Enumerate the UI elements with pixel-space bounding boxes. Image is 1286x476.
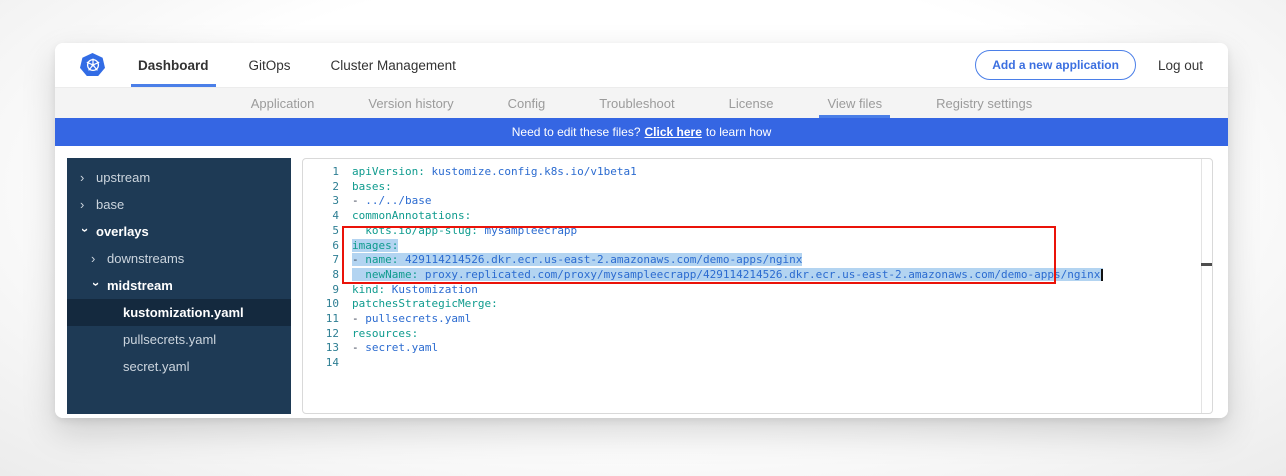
line-number: 4 — [303, 209, 339, 224]
line-number: 6 — [303, 239, 339, 254]
tree-item-label: overlays — [96, 224, 149, 239]
banner-click-here-link[interactable]: Click here — [645, 125, 702, 139]
line-number: 1 — [303, 165, 339, 180]
line-number: 5 — [303, 224, 339, 239]
code-line-8: 8 newName: proxy.replicated.com/proxy/my… — [303, 268, 1212, 283]
topnav-right-group: Add a new application Log out — [975, 50, 1203, 80]
app-subnav: Application Version history Config Troubles… — [55, 88, 1228, 118]
subtab-license[interactable]: License — [729, 88, 774, 118]
line-number: 10 — [303, 297, 339, 312]
code-line-9: 9kind: Kustomization — [303, 283, 1212, 298]
tree-item-label: downstreams — [107, 251, 184, 266]
tree-item-label: upstream — [96, 170, 150, 185]
file-tree-item-base[interactable]: › base — [67, 191, 291, 218]
text-cursor — [1101, 269, 1103, 281]
line-content: patchesStrategicMerge: — [339, 297, 498, 312]
file-tree-item-secret-yaml[interactable]: secret.yaml — [67, 353, 291, 380]
scrollbar-cursor-marker — [1201, 263, 1212, 266]
code-line-7: 7- name: 429114214526.dkr.ecr.us-east-2.… — [303, 253, 1212, 268]
line-content: newName: proxy.replicated.com/proxy/mysa… — [339, 268, 1103, 283]
subtab-view-files[interactable]: View files — [827, 88, 882, 118]
code-line-12: 12resources: — [303, 327, 1212, 342]
line-content: apiVersion: kustomize.config.k8s.io/v1be… — [339, 165, 637, 180]
chevron-down-icon: › — [80, 228, 90, 238]
yaml-code-editor[interactable]: 1apiVersion: kustomize.config.k8s.io/v1b… — [302, 158, 1213, 414]
subtab-config[interactable]: Config — [508, 88, 546, 118]
code-line-3: 3- ../../base — [303, 194, 1212, 209]
line-number: 7 — [303, 253, 339, 268]
line-content: - secret.yaml — [339, 341, 438, 356]
file-tree-item-downstreams[interactable]: › downstreams — [67, 245, 291, 272]
banner-text-after: to learn how — [706, 125, 771, 139]
line-content: resources: — [339, 327, 418, 342]
code-line-13: 13- secret.yaml — [303, 341, 1212, 356]
line-content — [339, 356, 352, 371]
line-number: 8 — [303, 268, 339, 283]
admin-console-card: Dashboard GitOps Cluster Management Add … — [55, 43, 1228, 418]
tree-item-label: midstream — [107, 278, 173, 293]
line-number: 11 — [303, 312, 339, 327]
file-tree-sidebar: › upstream › base › overlays › downstreams › mids… — [67, 158, 291, 414]
line-content: - pullsecrets.yaml — [339, 312, 471, 327]
tree-item-label: pullsecrets.yaml — [123, 332, 216, 347]
file-tree-item-kustomization-yaml[interactable]: kustomization.yaml — [67, 299, 291, 326]
line-content: - ../../base — [339, 194, 431, 209]
page-background: Dashboard GitOps Cluster Management Add … — [0, 0, 1286, 476]
tree-item-label: base — [96, 197, 124, 212]
code-line-1: 1apiVersion: kustomize.config.k8s.io/v1b… — [303, 165, 1212, 180]
file-tree-item-overlays[interactable]: › overlays — [67, 218, 291, 245]
kubernetes-logo-icon — [80, 53, 105, 77]
view-files-content: › upstream › base › overlays › downstreams › mids… — [55, 146, 1228, 418]
line-number: 14 — [303, 356, 339, 371]
chevron-right-icon: › — [91, 254, 101, 264]
line-number: 3 — [303, 194, 339, 209]
code-line-10: 10patchesStrategicMerge: — [303, 297, 1212, 312]
tree-item-label: kustomization.yaml — [123, 305, 244, 320]
line-number: 13 — [303, 341, 339, 356]
file-tree-item-midstream[interactable]: › midstream — [67, 272, 291, 299]
subtab-application[interactable]: Application — [251, 88, 315, 118]
line-content: bases: — [339, 180, 392, 195]
banner-text-before: Need to edit these files? — [512, 125, 641, 139]
line-number: 12 — [303, 327, 339, 342]
main-tab-bar: Dashboard GitOps Cluster Management — [131, 43, 463, 87]
tab-dashboard[interactable]: Dashboard — [131, 43, 216, 87]
subtab-version-history[interactable]: Version history — [368, 88, 453, 118]
file-tree-item-upstream[interactable]: › upstream — [67, 164, 291, 191]
line-number: 2 — [303, 180, 339, 195]
top-navbar: Dashboard GitOps Cluster Management Add … — [55, 43, 1228, 88]
subtab-troubleshoot[interactable]: Troubleshoot — [599, 88, 674, 118]
code-line-4: 4commonAnnotations: — [303, 209, 1212, 224]
code-line-2: 2bases: — [303, 180, 1212, 195]
tab-cluster-management[interactable]: Cluster Management — [324, 43, 463, 87]
line-number: 9 — [303, 283, 339, 298]
code-line-11: 11- pullsecrets.yaml — [303, 312, 1212, 327]
chevron-right-icon: › — [80, 200, 90, 210]
line-content: images: — [339, 239, 398, 254]
line-content: kind: Kustomization — [339, 283, 478, 298]
editor-scrollbar-track[interactable] — [1201, 159, 1202, 413]
tree-item-label: secret.yaml — [123, 359, 189, 374]
chevron-down-icon: › — [91, 282, 101, 292]
line-content: commonAnnotations: — [339, 209, 471, 224]
line-content: - name: 429114214526.dkr.ecr.us-east-2.a… — [339, 253, 802, 268]
logout-link[interactable]: Log out — [1158, 58, 1203, 73]
file-tree-item-pullsecrets-yaml[interactable]: pullsecrets.yaml — [67, 326, 291, 353]
code-line-14: 14 — [303, 356, 1212, 371]
chevron-right-icon: › — [80, 173, 90, 183]
line-content: kots.io/app-slug: mysampleecrapp — [339, 224, 577, 239]
add-new-application-button[interactable]: Add a new application — [975, 50, 1136, 80]
edit-files-banner: Need to edit these files? Click here to … — [55, 118, 1228, 146]
code-line-5: 5 kots.io/app-slug: mysampleecrapp — [303, 224, 1212, 239]
code-line-6: 6images: — [303, 239, 1212, 254]
tab-gitops[interactable]: GitOps — [242, 43, 298, 87]
subtab-registry-settings[interactable]: Registry settings — [936, 88, 1032, 118]
